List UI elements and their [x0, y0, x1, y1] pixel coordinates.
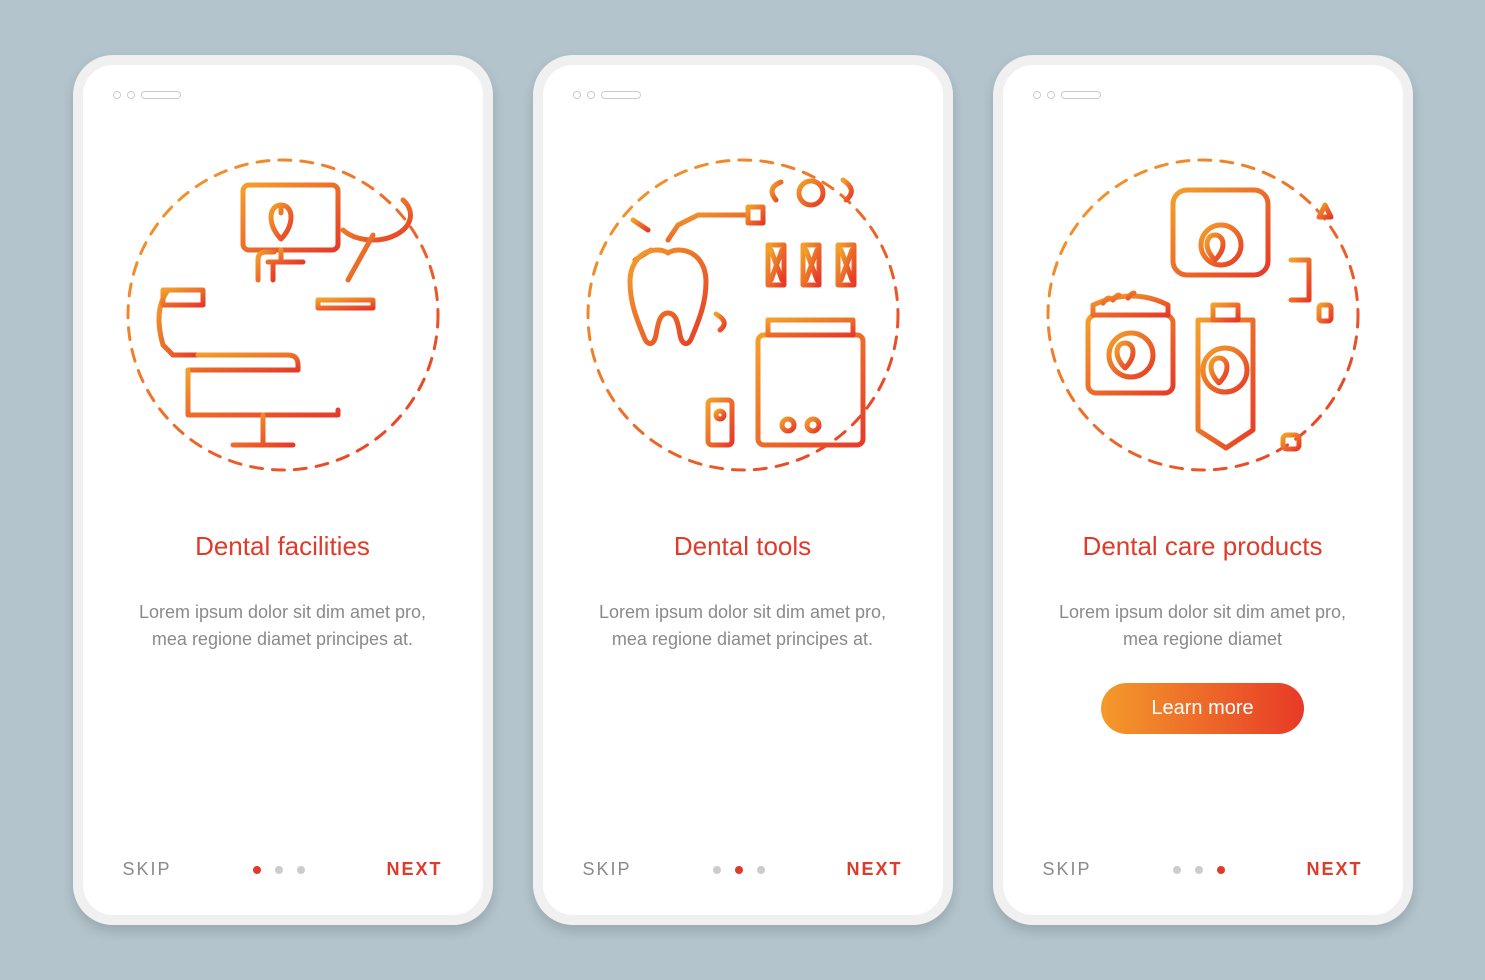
status-dot-icon	[1047, 91, 1055, 99]
status-bar	[573, 85, 913, 105]
status-dot-icon	[127, 91, 135, 99]
page-indicator	[253, 866, 305, 874]
skip-button[interactable]: SKIP	[123, 859, 172, 880]
screen-description: Lorem ipsum dolor sit dim amet pro, mea …	[573, 599, 913, 653]
onboarding-screen-1: Dental facilities Lorem ipsum dolor sit …	[83, 65, 483, 915]
nav-footer: SKIP NEXT	[83, 859, 483, 880]
nav-footer: SKIP NEXT	[543, 859, 943, 880]
dot-icon	[297, 866, 305, 874]
phone-mockup: Dental facilities Lorem ipsum dolor sit …	[73, 55, 493, 925]
status-bar	[113, 85, 453, 105]
status-dot-icon	[587, 91, 595, 99]
onboarding-screen-2: Dental tools Lorem ipsum dolor sit dim a…	[543, 65, 943, 915]
dot-icon	[713, 866, 721, 874]
phone-mockup: Dental tools Lorem ipsum dolor sit dim a…	[533, 55, 953, 925]
status-pill-icon	[141, 91, 181, 99]
dental-tools-icon	[573, 145, 913, 485]
dot-icon	[735, 866, 743, 874]
phone-mockup: Dental care products Lorem ipsum dolor s…	[993, 55, 1413, 925]
screen-description: Lorem ipsum dolor sit dim amet pro, mea …	[1033, 599, 1373, 653]
nav-footer: SKIP NEXT	[1003, 859, 1403, 880]
status-pill-icon	[601, 91, 641, 99]
dot-icon	[253, 866, 261, 874]
page-indicator	[713, 866, 765, 874]
screen-title: Dental tools	[674, 515, 811, 579]
skip-button[interactable]: SKIP	[583, 859, 632, 880]
status-dot-icon	[573, 91, 581, 99]
next-button[interactable]: NEXT	[1306, 859, 1362, 880]
status-bar	[1033, 85, 1373, 105]
dental-facilities-icon	[113, 145, 453, 485]
screen-title: Dental care products	[1083, 515, 1323, 579]
status-dot-icon	[1033, 91, 1041, 99]
dot-icon	[275, 866, 283, 874]
screen-description: Lorem ipsum dolor sit dim amet pro, mea …	[113, 599, 453, 653]
dot-icon	[1217, 866, 1225, 874]
dot-icon	[757, 866, 765, 874]
page-indicator	[1173, 866, 1225, 874]
dot-icon	[1173, 866, 1181, 874]
screen-title: Dental facilities	[195, 515, 370, 579]
next-button[interactable]: NEXT	[846, 859, 902, 880]
onboarding-screen-3: Dental care products Lorem ipsum dolor s…	[1003, 65, 1403, 915]
dot-icon	[1195, 866, 1203, 874]
skip-button[interactable]: SKIP	[1043, 859, 1092, 880]
learn-more-button[interactable]: Learn more	[1101, 683, 1303, 734]
next-button[interactable]: NEXT	[386, 859, 442, 880]
status-dot-icon	[113, 91, 121, 99]
dental-products-icon	[1033, 145, 1373, 485]
status-pill-icon	[1061, 91, 1101, 99]
